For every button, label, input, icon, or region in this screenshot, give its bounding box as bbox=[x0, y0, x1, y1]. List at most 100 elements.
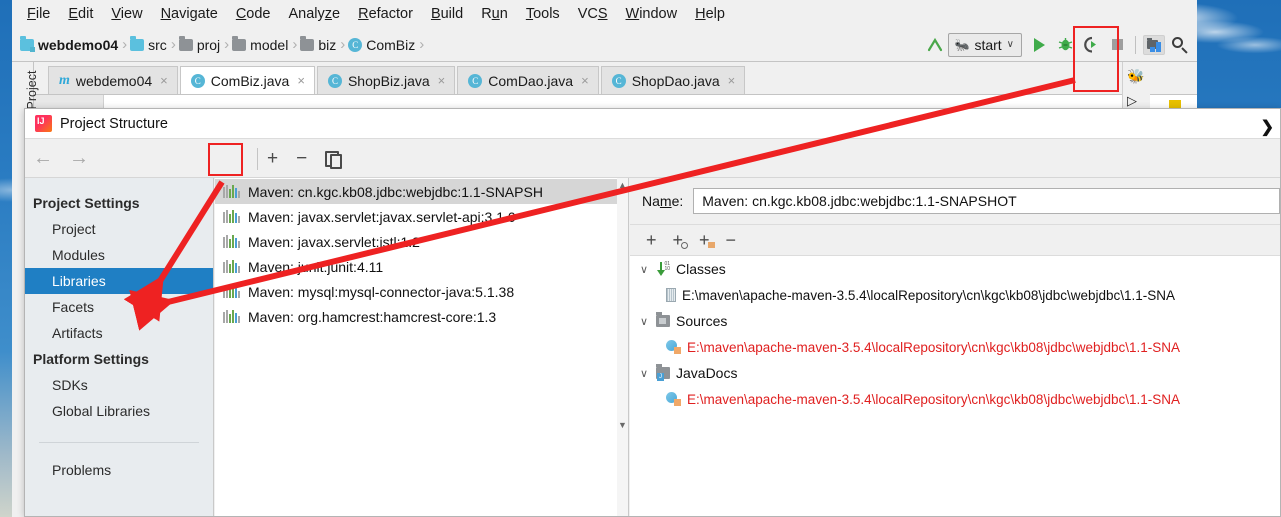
library-list-item[interactable]: Maven: javax.servlet:javax.servlet-api:3… bbox=[215, 204, 628, 229]
editor-tab-bar: m webdemo04 × C ComBiz.java × C ShopBiz.… bbox=[12, 62, 1197, 95]
menu-item-code[interactable]: Code bbox=[227, 2, 280, 26]
library-label: Maven: junit:junit:4.11 bbox=[248, 258, 384, 275]
menu-item-refactor[interactable]: Refactor bbox=[349, 2, 422, 26]
scroll-down-icon[interactable]: ▼ bbox=[617, 420, 628, 430]
tab-label: ShopBiz.java bbox=[347, 72, 430, 89]
chevron-down-icon[interactable]: ∨ bbox=[638, 367, 650, 380]
stop-button[interactable] bbox=[1104, 32, 1130, 58]
tab-combiz-java[interactable]: C ComBiz.java × bbox=[179, 66, 315, 94]
add-root-button[interactable]: + bbox=[640, 230, 663, 251]
run-configuration-selector[interactable]: 🐜 start ∨ bbox=[948, 32, 1022, 57]
root-path: E:\maven\apache-maven-3.5.4\localReposit… bbox=[687, 339, 1181, 355]
tab-webdemo04[interactable]: m webdemo04 × bbox=[48, 66, 178, 94]
run-with-coverage-button[interactable] bbox=[1078, 32, 1104, 58]
sidebar-item-facets[interactable]: Facets bbox=[25, 294, 213, 320]
breadcrumb-item-proj[interactable]: proj bbox=[178, 35, 220, 53]
tree-group-classes[interactable]: ∨ 01 10 Classes bbox=[630, 256, 1280, 282]
close-icon[interactable]: × bbox=[581, 73, 589, 88]
close-icon[interactable]: × bbox=[297, 73, 305, 88]
breadcrumb: webdemo04 › src › proj › model › biz › C… bbox=[12, 35, 922, 53]
menu-item-run[interactable]: Run bbox=[472, 2, 517, 26]
tree-entry-javadocs-path[interactable]: E:\maven\apache-maven-3.5.4\localReposit… bbox=[630, 386, 1280, 412]
sidebar-item-artifacts[interactable]: Artifacts bbox=[25, 320, 213, 346]
root-path: E:\maven\apache-maven-3.5.4\localReposit… bbox=[687, 391, 1181, 407]
maven-library-icon bbox=[223, 260, 240, 273]
dialog-titlebar: Project Structure ❯ bbox=[25, 109, 1280, 139]
library-list-item[interactable]: Maven: cn.kgc.kb08.jdbc:webjdbc:1.1-SNAP… bbox=[215, 179, 628, 204]
breadcrumb-label: biz bbox=[318, 36, 337, 53]
menu-item-window[interactable]: Window bbox=[617, 2, 687, 26]
breadcrumb-item-biz[interactable]: biz bbox=[300, 35, 337, 53]
menu-item-help[interactable]: Help bbox=[686, 2, 734, 26]
menu-item-edit[interactable]: Edit bbox=[59, 2, 102, 26]
module-folder-icon bbox=[20, 35, 35, 52]
breadcrumb-item-src[interactable]: src bbox=[130, 35, 167, 53]
library-roots-tree[interactable]: ∨ 01 10 Classes E:\maven\apache-maven-3.5… bbox=[630, 256, 1280, 516]
run-button[interactable] bbox=[1026, 32, 1052, 58]
add-library-button[interactable]: + bbox=[258, 148, 287, 170]
remove-library-button[interactable]: − bbox=[287, 148, 316, 170]
breadcrumb-item-combiz[interactable]: C ComBiz bbox=[348, 37, 415, 53]
menu-item-file[interactable]: File bbox=[18, 2, 59, 26]
library-list-item[interactable]: Maven: junit:junit:4.11 bbox=[215, 254, 628, 279]
remove-root-button[interactable]: − bbox=[720, 230, 743, 251]
search-everywhere-button[interactable] bbox=[1167, 32, 1193, 58]
dialog-title: Project Structure bbox=[60, 115, 168, 132]
menu-item-tools[interactable]: Tools bbox=[517, 2, 569, 26]
maven-library-icon bbox=[223, 285, 240, 298]
tree-group-sources[interactable]: ∨ Sources bbox=[630, 308, 1280, 334]
copy-library-button[interactable] bbox=[325, 151, 343, 169]
project-structure-button[interactable] bbox=[1141, 32, 1167, 58]
sidebar-item-problems[interactable]: Problems bbox=[25, 457, 213, 483]
breadcrumb-separator: › bbox=[340, 36, 346, 53]
add-excluded-root-button[interactable]: + bbox=[667, 230, 690, 251]
source-globe-icon bbox=[666, 340, 681, 354]
library-name-input[interactable]: Maven: cn.kgc.kb08.jdbc:webjdbc:1.1-SNAP… bbox=[693, 188, 1280, 214]
menu-item-analyze[interactable]: Analyze bbox=[280, 2, 350, 26]
library-list-item[interactable]: Maven: mysql:mysql-connector-java:5.1.38 bbox=[215, 279, 628, 304]
tree-group-label: JavaDocs bbox=[676, 365, 738, 381]
tab-label: ShopDao.java bbox=[631, 72, 720, 89]
chevron-down-icon[interactable]: ∨ bbox=[638, 263, 650, 276]
libraries-scrollbar[interactable]: ▲ ▼ bbox=[617, 178, 628, 516]
menu-item-vcs[interactable]: VCS bbox=[569, 2, 617, 26]
tab-shopbiz-java[interactable]: C ShopBiz.java × bbox=[316, 66, 456, 94]
tab-comdao-java[interactable]: C ComDao.java × bbox=[457, 66, 599, 94]
breadcrumb-item-model[interactable]: model bbox=[232, 35, 288, 53]
sidebar-item-project[interactable]: Project bbox=[25, 216, 213, 242]
sidebar-item-global-libraries[interactable]: Global Libraries bbox=[25, 398, 213, 424]
chevron-down-icon[interactable]: ∨ bbox=[638, 315, 650, 328]
tree-entry-classes-path[interactable]: E:\maven\apache-maven-3.5.4\localReposit… bbox=[630, 282, 1280, 308]
tree-group-javadocs[interactable]: ∨ JavaDocs bbox=[630, 360, 1280, 386]
add-folder-root-button[interactable]: + bbox=[693, 230, 716, 251]
close-icon[interactable]: × bbox=[438, 73, 446, 88]
sidebar-item-sdks[interactable]: SDKs bbox=[25, 372, 213, 398]
sidebar-item-libraries[interactable]: Libraries bbox=[25, 268, 213, 294]
debug-button[interactable] bbox=[1052, 32, 1078, 58]
folder-icon bbox=[300, 35, 315, 51]
library-list-item[interactable]: Maven: org.hamcrest:hamcrest-core:1.3 bbox=[215, 304, 628, 329]
breadcrumb-item-webdemo04[interactable]: webdemo04 bbox=[20, 35, 118, 53]
close-icon[interactable]: × bbox=[728, 73, 736, 88]
source-folder-icon bbox=[130, 35, 145, 51]
main-toolbar: webdemo04 › src › proj › model › biz › C… bbox=[12, 28, 1197, 62]
make-project-button[interactable] bbox=[922, 32, 948, 58]
maven-library-icon bbox=[223, 210, 240, 223]
menu-item-view[interactable]: View bbox=[102, 2, 151, 26]
sidebar-group-platform-settings: Platform Settings bbox=[33, 351, 149, 367]
sidebar-item-modules[interactable]: Modules bbox=[25, 242, 213, 268]
menu-item-build[interactable]: Build bbox=[422, 2, 472, 26]
library-list-item[interactable]: Maven: javax.servlet:jstl:1.2 bbox=[215, 229, 628, 254]
forward-arrow-icon[interactable]: → bbox=[69, 147, 89, 170]
close-icon[interactable]: × bbox=[160, 73, 168, 88]
class-icon: C bbox=[468, 73, 483, 88]
libraries-list[interactable]: Maven: cn.kgc.kb08.jdbc:webjdbc:1.1-SNAP… bbox=[215, 178, 629, 516]
class-icon: C bbox=[327, 73, 342, 88]
scroll-up-icon[interactable]: ▲ bbox=[617, 180, 628, 190]
tab-shopdao-java[interactable]: C ShopDao.java × bbox=[600, 66, 746, 94]
back-arrow-icon[interactable]: ← bbox=[33, 147, 53, 170]
tree-entry-sources-path[interactable]: E:\maven\apache-maven-3.5.4\localReposit… bbox=[630, 334, 1280, 360]
menu-item-navigate[interactable]: Navigate bbox=[152, 2, 227, 26]
project-structure-icon bbox=[1143, 34, 1165, 55]
chevron-right-icon[interactable]: ❯ bbox=[1261, 117, 1274, 137]
